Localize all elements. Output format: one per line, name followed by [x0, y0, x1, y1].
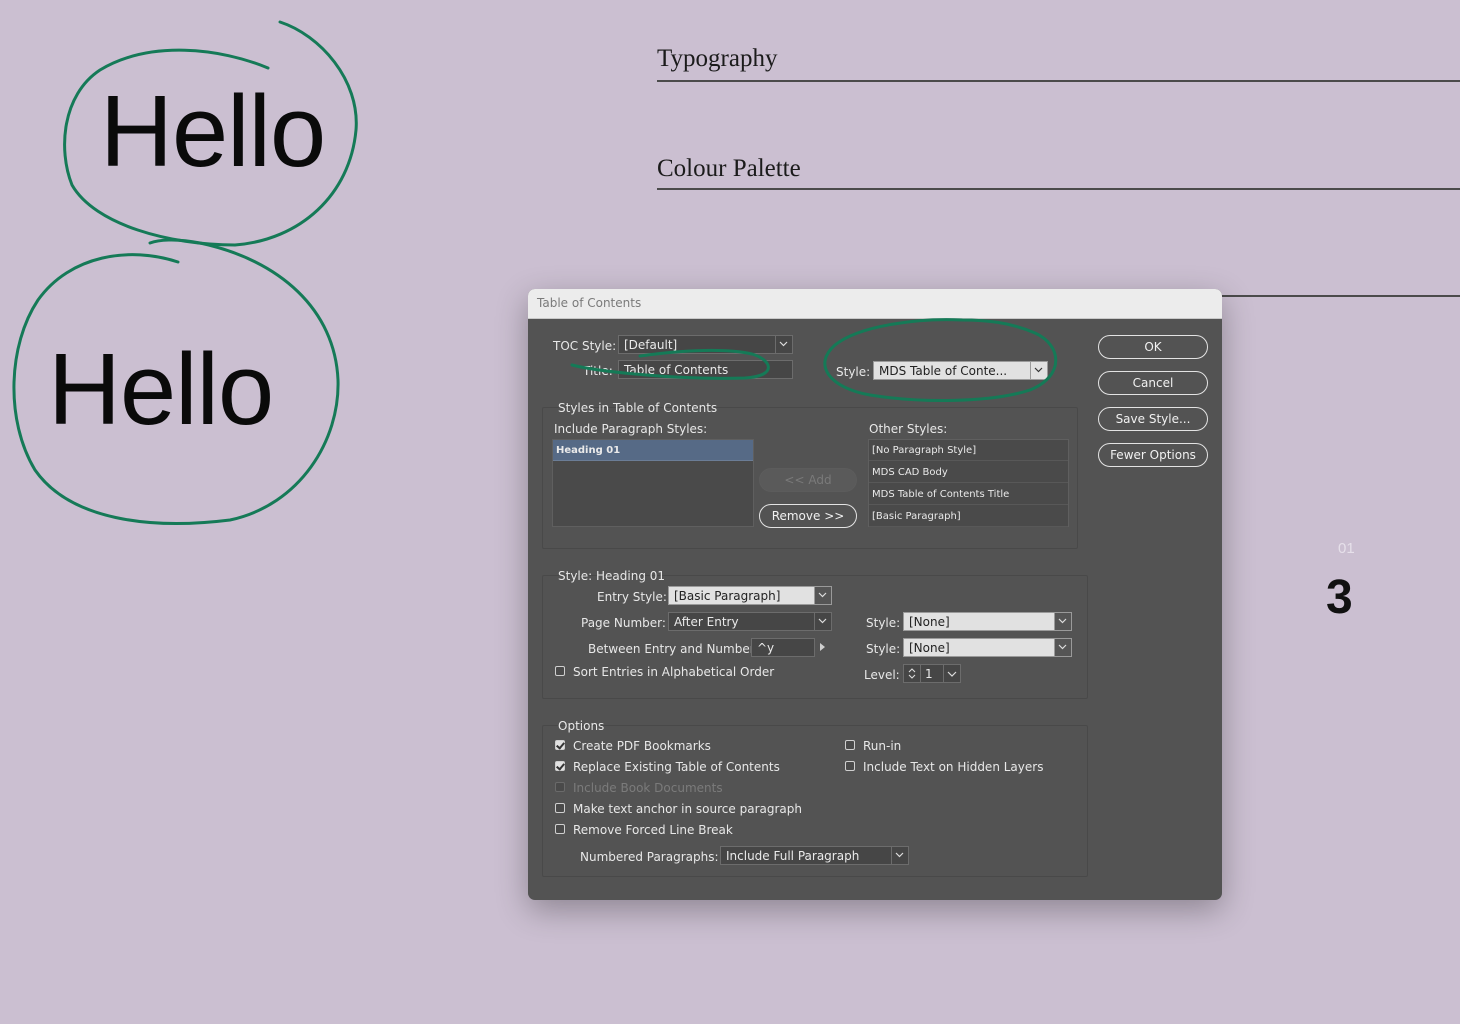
- stepper-arrows-icon[interactable]: [904, 665, 921, 682]
- create-pdf-bookmarks-checkbox[interactable]: [555, 740, 565, 750]
- make-text-anchor-checkbox[interactable]: [555, 803, 565, 813]
- table-of-contents-dialog: Table of Contents TOC Style: [Default] T…: [528, 289, 1222, 900]
- level-label: Level:: [864, 668, 900, 682]
- between-entry-value: ^y: [757, 641, 775, 655]
- replace-existing-toc-label: Replace Existing Table of Contents: [573, 760, 780, 774]
- chevron-down-icon[interactable]: [943, 665, 960, 682]
- section-rule: [657, 80, 1460, 82]
- entry-style-value: [Basic Paragraph]: [674, 589, 781, 603]
- page-number-style-select[interactable]: [None]: [903, 612, 1072, 631]
- between-style-value: [None]: [909, 641, 950, 655]
- page-folio-label: 01: [1338, 540, 1355, 557]
- numbered-paragraphs-value: Include Full Paragraph: [726, 849, 860, 863]
- other-styles-list[interactable]: [No Paragraph Style] MDS CAD Body MDS Ta…: [868, 439, 1069, 527]
- create-pdf-bookmarks-label: Create PDF Bookmarks: [573, 739, 711, 753]
- level-value: 1: [925, 667, 933, 681]
- include-hidden-layers-checkbox[interactable]: [845, 761, 855, 771]
- between-entry-label: Between Entry and Number:: [588, 642, 759, 656]
- list-item[interactable]: Heading 01: [553, 440, 753, 461]
- toc-style-value: [Default]: [624, 338, 678, 352]
- chevron-down-icon: [891, 847, 908, 864]
- toc-style-label: TOC Style:: [553, 339, 617, 353]
- list-item[interactable]: MDS Table of Contents Title: [869, 484, 1068, 505]
- section-rule: [1222, 295, 1460, 297]
- include-book-documents-label: Include Book Documents: [573, 781, 723, 795]
- fewer-options-button[interactable]: Fewer Options: [1098, 443, 1208, 467]
- title-style-select[interactable]: MDS Table of Conte...: [873, 361, 1048, 380]
- chevron-down-icon: [1054, 639, 1071, 656]
- section-title-typography: Typography: [657, 45, 778, 72]
- page-number-value: After Entry: [674, 615, 739, 629]
- title-input[interactable]: Table of Contents: [618, 360, 793, 379]
- chevron-down-icon: [775, 336, 792, 353]
- entry-style-label: Entry Style:: [597, 590, 667, 604]
- ok-button[interactable]: OK: [1098, 335, 1208, 359]
- numbered-paragraphs-label: Numbered Paragraphs:: [580, 850, 719, 864]
- options-group-heading: Options: [558, 719, 605, 733]
- sort-alphabetical-checkbox[interactable]: [555, 666, 565, 676]
- dialog-title: Table of Contents: [537, 296, 642, 310]
- special-characters-arrow-icon[interactable]: [820, 643, 825, 651]
- title-label: Title:: [583, 364, 613, 378]
- numbered-paragraphs-select[interactable]: Include Full Paragraph: [720, 846, 909, 865]
- title-style-label: Style:: [836, 365, 871, 379]
- entry-style-select[interactable]: [Basic Paragraph]: [668, 586, 832, 605]
- add-style-button: << Add: [759, 468, 857, 492]
- sort-alphabetical-label: Sort Entries in Alphabetical Order: [573, 665, 775, 679]
- page-number-label: Page Number:: [581, 616, 666, 630]
- page-number-select[interactable]: After Entry: [668, 612, 832, 631]
- remove-forced-line-break-label: Remove Forced Line Break: [573, 823, 733, 837]
- hello-text-bottom: Hello: [48, 334, 274, 446]
- between-entry-input[interactable]: ^y: [751, 638, 815, 657]
- list-item[interactable]: [No Paragraph Style]: [869, 440, 1068, 461]
- section-rule: [657, 188, 1460, 190]
- list-item[interactable]: [Basic Paragraph]: [869, 506, 1068, 527]
- save-style-button[interactable]: Save Style...: [1098, 407, 1208, 431]
- page-number-style-label: Style:: [866, 616, 901, 630]
- cancel-button[interactable]: Cancel: [1098, 371, 1208, 395]
- other-styles-label: Other Styles:: [869, 422, 948, 436]
- toc-style-select[interactable]: [Default]: [618, 335, 793, 354]
- between-style-label: Style:: [866, 642, 901, 656]
- include-book-documents-checkbox: [555, 782, 565, 792]
- section-title-colour-palette: Colour Palette: [657, 155, 801, 182]
- level-stepper[interactable]: 1: [903, 664, 961, 683]
- page-number: 3: [1326, 571, 1353, 624]
- list-item[interactable]: MDS CAD Body: [869, 462, 1068, 483]
- title-style-value: MDS Table of Conte...: [879, 364, 1008, 378]
- make-text-anchor-label: Make text anchor in source paragraph: [573, 802, 802, 816]
- chevron-down-icon: [1054, 613, 1071, 630]
- between-style-select[interactable]: [None]: [903, 638, 1072, 657]
- include-hidden-layers-label: Include Text on Hidden Layers: [863, 760, 1044, 774]
- chevron-down-icon: [814, 587, 831, 604]
- include-styles-label: Include Paragraph Styles:: [554, 422, 708, 436]
- styles-group-heading: Styles in Table of Contents: [558, 401, 718, 415]
- run-in-checkbox[interactable]: [845, 740, 855, 750]
- run-in-label: Run-in: [863, 739, 902, 753]
- replace-existing-toc-checkbox[interactable]: [555, 761, 565, 771]
- title-input-value: Table of Contents: [624, 363, 729, 377]
- include-styles-list[interactable]: Heading 01: [552, 439, 754, 527]
- page-number-style-value: [None]: [909, 615, 950, 629]
- hello-text-top: Hello: [100, 76, 326, 188]
- chevron-down-icon: [1030, 362, 1047, 379]
- entry-style-group-heading: Style: Heading 01: [558, 569, 666, 583]
- remove-style-button[interactable]: Remove >>: [759, 504, 857, 528]
- dialog-titlebar[interactable]: Table of Contents: [528, 289, 1222, 319]
- remove-forced-line-break-checkbox[interactable]: [555, 824, 565, 834]
- chevron-down-icon: [814, 613, 831, 630]
